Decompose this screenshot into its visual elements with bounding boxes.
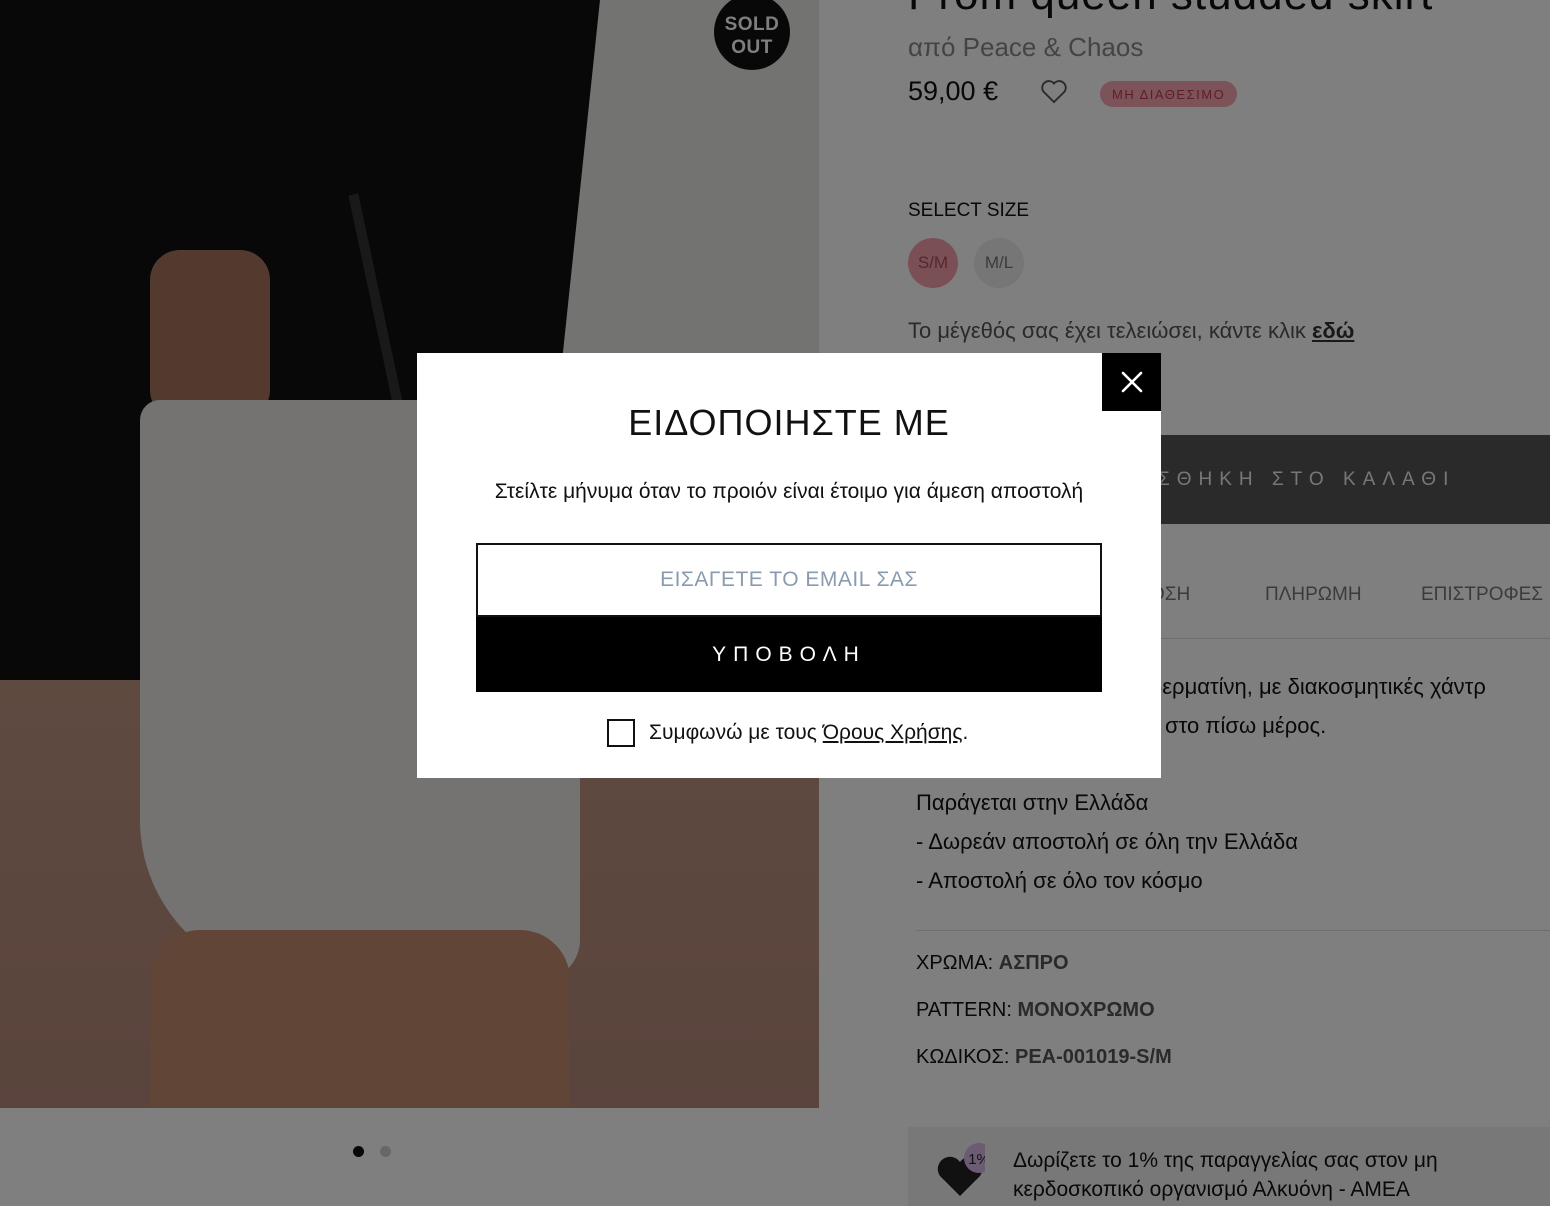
submit-button[interactable]: ΥΠΟΒΟΛΗ [476, 617, 1102, 692]
terms-label: Συμφωνώ με τους Όρους Χρήσης. [649, 721, 968, 745]
terms-checkbox[interactable] [607, 719, 635, 747]
close-icon [1121, 371, 1142, 393]
modal-subtitle: Στείλτε μήνυμα όταν το προιόν είναι έτοι… [494, 480, 1084, 503]
terms-prefix: Συμφωνώ με τους [649, 721, 817, 744]
terms-link[interactable]: Όρους Χρήσης [823, 721, 963, 744]
email-input[interactable] [476, 543, 1102, 617]
modal-title: ΕΙΔΟΠΟΙΗΣΤΕ ΜΕ [628, 402, 950, 443]
terms-suffix: . [962, 721, 969, 744]
